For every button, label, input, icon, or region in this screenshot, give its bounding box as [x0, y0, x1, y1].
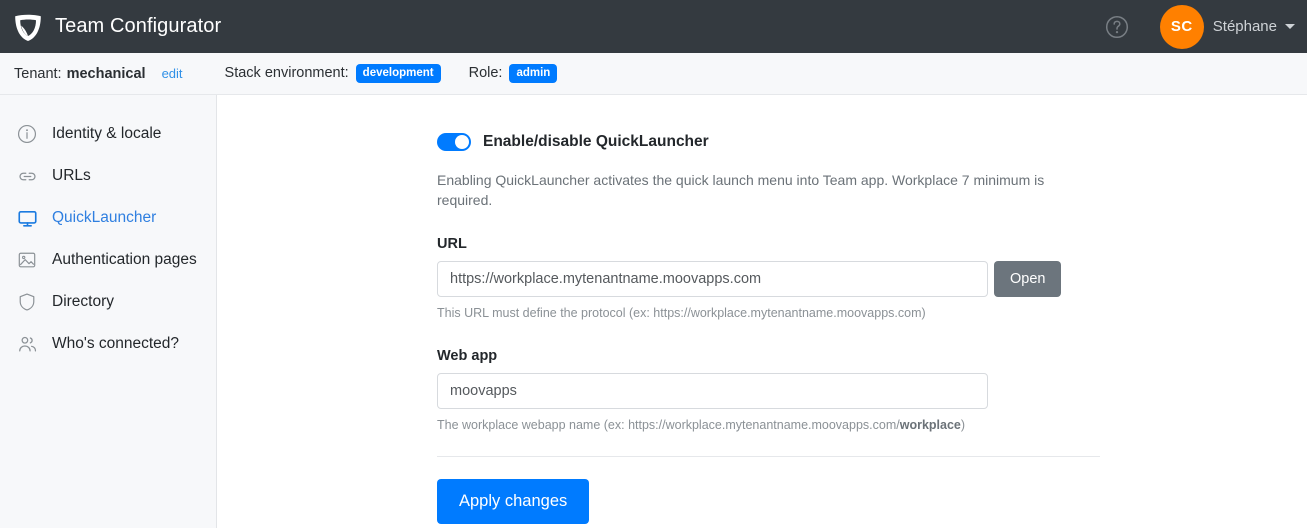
stack-environment-badge: development — [355, 64, 441, 83]
image-icon — [15, 248, 39, 272]
monitor-icon — [15, 206, 39, 230]
sidebar-item-label: Identity & locale — [52, 125, 162, 142]
sidebar-item-label: QuickLauncher — [52, 209, 157, 226]
brand[interactable]: Team Configurator — [0, 11, 221, 43]
quicklauncher-description: Enabling QuickLauncher activates the qui… — [437, 172, 1045, 208]
stack-environment-label: Stack environment: — [224, 65, 349, 82]
sidebar-item-label: Authentication pages — [52, 251, 197, 268]
users-icon — [15, 332, 39, 356]
sidebar-item-label: Who's connected? — [52, 335, 180, 352]
chevron-down-icon[interactable] — [1285, 24, 1295, 29]
open-url-button[interactable]: Open — [994, 261, 1062, 298]
webapp-field-row — [437, 373, 1102, 410]
sidebar-item-quicklauncher[interactable]: QuickLauncher — [0, 197, 216, 239]
webapp-field-label: Web app — [437, 348, 498, 365]
role-badge: admin — [509, 64, 558, 83]
webapp-hint-suffix: ) — [960, 418, 966, 433]
role-info: Role: admin — [469, 64, 558, 83]
webapp-field-hint: The workplace webapp name (ex: https://w… — [437, 417, 1102, 434]
enable-quicklauncher-toggle[interactable] — [437, 133, 471, 151]
avatar[interactable]: SC — [1159, 4, 1204, 49]
url-field-hint: This URL must define the protocol (ex: h… — [437, 306, 926, 321]
webapp-hint-prefix: The workplace webapp name (ex: https://w… — [437, 418, 900, 433]
tenant-info: Tenant: mechanical edit — [0, 66, 183, 82]
sidebar-item-authentication-pages[interactable]: Authentication pages — [0, 239, 216, 281]
sidebar-item-urls[interactable]: URLs — [0, 155, 216, 197]
user-name[interactable]: Stéphane — [1213, 18, 1277, 35]
toggle-knob — [455, 135, 469, 149]
app-title: Team Configurator — [55, 15, 222, 37]
context-bar: Tenant: mechanical edit Stack environmen… — [0, 53, 1307, 95]
link-icon — [15, 164, 39, 188]
form-divider — [437, 455, 1100, 457]
enable-quicklauncher-row: Enable/disable QuickLauncher — [437, 95, 1102, 151]
tenant-edit-link[interactable]: edit — [162, 66, 183, 81]
url-field-label: URL — [437, 236, 467, 253]
app-header-actions: SC Stéphane — [1104, 4, 1307, 49]
sidebar-item-label: URLs — [52, 167, 91, 184]
app-header: Team Configurator SC Stéphane — [0, 0, 1307, 53]
shield-logo-icon — [12, 11, 44, 43]
url-input[interactable] — [437, 261, 988, 298]
info-circle-icon — [15, 122, 39, 146]
url-field-row: Open — [437, 261, 1102, 298]
question-circle-icon[interactable] — [1104, 14, 1130, 40]
sidebar-item-whos-connected[interactable]: Who's connected? — [0, 323, 216, 365]
stack-environment-info: Stack environment: development — [225, 64, 441, 83]
shield-icon — [15, 290, 39, 314]
sidebar: Identity & locale URLs QuickLauncher Aut… — [0, 95, 217, 528]
enable-quicklauncher-label: Enable/disable QuickLauncher — [483, 133, 709, 150]
webapp-input[interactable] — [437, 373, 988, 410]
role-label: Role: — [468, 65, 503, 82]
quicklauncher-settings-form: Enable/disable QuickLauncher Enabling Qu… — [437, 95, 1102, 524]
tenant-label: Tenant: — [14, 65, 62, 82]
sidebar-item-directory[interactable]: Directory — [0, 281, 216, 323]
webapp-hint-bold: workplace — [899, 418, 961, 433]
sidebar-item-identity-locale[interactable]: Identity & locale — [0, 113, 216, 155]
sidebar-item-label: Directory — [52, 293, 115, 310]
apply-changes-button[interactable]: Apply changes — [437, 478, 590, 524]
main-content: Enable/disable QuickLauncher Enabling Qu… — [218, 95, 1307, 528]
tenant-value: mechanical — [66, 65, 146, 82]
